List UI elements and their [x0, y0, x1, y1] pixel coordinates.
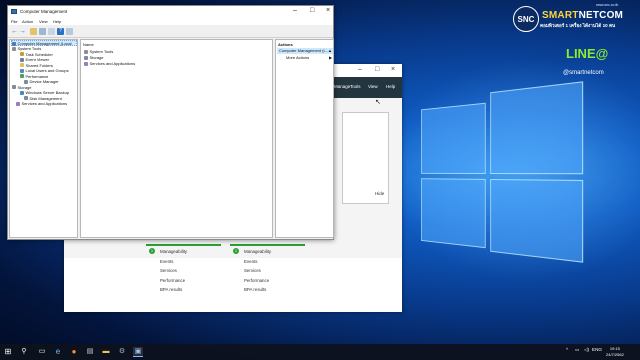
close-icon[interactable]: ×	[391, 66, 395, 73]
maximize-icon[interactable]: □	[375, 66, 379, 73]
minimize-icon[interactable]: –	[293, 7, 297, 14]
computer-management-window[interactable]: Computer Management – □ × File Action Vi…	[7, 5, 334, 240]
list-item[interactable]: System Tools	[84, 49, 113, 54]
tile-row[interactable]: Services	[146, 268, 221, 278]
backup-icon	[20, 90, 24, 95]
storage-icon	[12, 85, 16, 89]
start-windows-icon[interactable]: ⊞	[3, 347, 13, 357]
toolbar: ← → ?	[8, 25, 333, 38]
computer-management-taskbar-icon[interactable]: ▣	[133, 347, 143, 357]
computer-management-titlebar[interactable]: Computer Management – □ ×	[8, 6, 333, 18]
status-ok-icon: 1	[233, 248, 239, 254]
chevron-up-icon[interactable]: ^	[566, 347, 568, 352]
console-tree: Computer Management (Local System Tools …	[9, 39, 78, 238]
menu-manage[interactable]: Manage	[334, 84, 350, 89]
clock-icon	[20, 52, 24, 56]
users-icon	[20, 68, 24, 73]
performance-icon	[20, 74, 24, 78]
search-icon[interactable]: ⚲	[19, 347, 29, 357]
brand-site: www.snc.co.th	[596, 3, 619, 7]
hide-link[interactable]: Hide	[375, 191, 384, 196]
submenu-arrow-icon[interactable]: ▶	[329, 55, 332, 60]
services-icon	[84, 61, 88, 66]
storage-icon	[84, 55, 88, 60]
file-explorer-icon[interactable]: ▬	[101, 347, 111, 357]
expand-arrow-icon[interactable]: ▲	[328, 48, 332, 53]
taskbar: ⊞ ⚲ ▭ e ● ▤ ▬ ⚙ ▣ ^ ▭ ◁) ENG 19:15 24/7/2…	[0, 344, 640, 360]
list-item[interactable]: Storage	[84, 55, 104, 60]
menu-help[interactable]: Help	[386, 84, 395, 89]
disk-icon	[24, 96, 28, 100]
menu-tools[interactable]: Tools	[350, 84, 361, 89]
firefox-icon[interactable]: ●	[69, 347, 79, 357]
brand-tagline: คอมพิวเตอร์ 1 เครื่อง ได้งานได้ 10 คน	[540, 23, 616, 28]
tile-column-2: 1 Manageability Events Services Performan…	[230, 236, 305, 297]
computer-icon	[12, 41, 16, 46]
tools-icon	[12, 46, 16, 51]
show-hide-tree-icon[interactable]	[39, 28, 46, 35]
computer-management-icon	[11, 9, 17, 14]
windows-logo-wallpaper	[421, 81, 584, 263]
actions-header: Actions	[278, 42, 293, 47]
tools-icon	[84, 49, 88, 54]
column-header-name[interactable]: Name	[83, 42, 94, 47]
minimize-icon[interactable]: –	[358, 66, 362, 73]
tile-row[interactable]: 1 Manageability	[230, 248, 305, 259]
mouse-cursor-icon: ↖	[375, 99, 381, 106]
line-logo: LINE@	[566, 46, 609, 61]
menubar: File Action View Help	[8, 18, 333, 25]
results-pane: Name System Tools Storage Services and A…	[80, 39, 273, 238]
brand-circle-logo: SNC	[513, 6, 539, 32]
edge-browser-icon[interactable]: e	[53, 347, 63, 357]
window-title: Computer Management	[20, 9, 68, 14]
more-actions[interactable]: More Actions	[286, 55, 309, 60]
actions-pane: Actions Computer Management (L... ▲ More…	[275, 39, 334, 238]
tools-taskbar-icon[interactable]: ⚙	[117, 347, 127, 357]
folder-icon	[20, 63, 24, 67]
tile-row[interactable]: Performance	[230, 278, 305, 288]
tile-row[interactable]: BPA results	[146, 287, 221, 297]
menu-help[interactable]: Help	[53, 19, 61, 24]
menu-action[interactable]: Action	[22, 19, 33, 24]
forward-arrow-icon[interactable]: →	[19, 28, 26, 35]
maximize-icon[interactable]: □	[310, 7, 314, 14]
network-icon[interactable]: ▭	[575, 347, 579, 353]
line-id: @smartnetcom	[563, 70, 604, 76]
menu-file[interactable]: File	[11, 19, 17, 24]
status-ok-icon: 1	[149, 248, 155, 254]
close-icon[interactable]: ×	[326, 7, 330, 14]
help-icon[interactable]: ?	[57, 28, 64, 35]
tile-row[interactable]: BPA results	[230, 287, 305, 297]
tile-row[interactable]: Performance	[146, 278, 221, 288]
menu-view[interactable]: View	[368, 84, 378, 89]
export-list-icon[interactable]	[48, 28, 55, 35]
device-icon	[24, 79, 28, 84]
tree-item-root[interactable]: Computer Management (Local	[11, 40, 77, 46]
task-view-icon[interactable]: ▭	[37, 347, 47, 357]
menu-view[interactable]: View	[39, 19, 48, 24]
language-indicator[interactable]: ENG	[592, 347, 602, 352]
brand-name: SMARTNETCOM	[542, 10, 624, 21]
server-manager-taskbar-icon[interactable]: ▤	[85, 347, 95, 357]
back-arrow-icon[interactable]: ←	[11, 28, 18, 35]
list-item[interactable]: Services and Applications	[84, 61, 135, 66]
tile-column-1: Services 1Manageability Events Services …	[146, 236, 221, 297]
tile-row[interactable]: Services	[230, 268, 305, 278]
tile-row[interactable]: Events	[146, 259, 221, 269]
tile-row[interactable]: 1 Manageability	[146, 248, 221, 259]
actions-selected-item[interactable]: Computer Management (L...	[277, 48, 333, 54]
tile-row[interactable]: Events	[230, 259, 305, 269]
properties-icon[interactable]	[66, 28, 73, 35]
folder-icon[interactable]	[30, 28, 37, 35]
services-icon	[16, 101, 20, 106]
volume-icon[interactable]: ◁)	[584, 347, 589, 353]
clock[interactable]: 19:15 24/7/2562	[606, 346, 624, 357]
event-icon	[20, 57, 24, 62]
tree-item-services-apps[interactable]: Services and Applications	[16, 101, 67, 107]
